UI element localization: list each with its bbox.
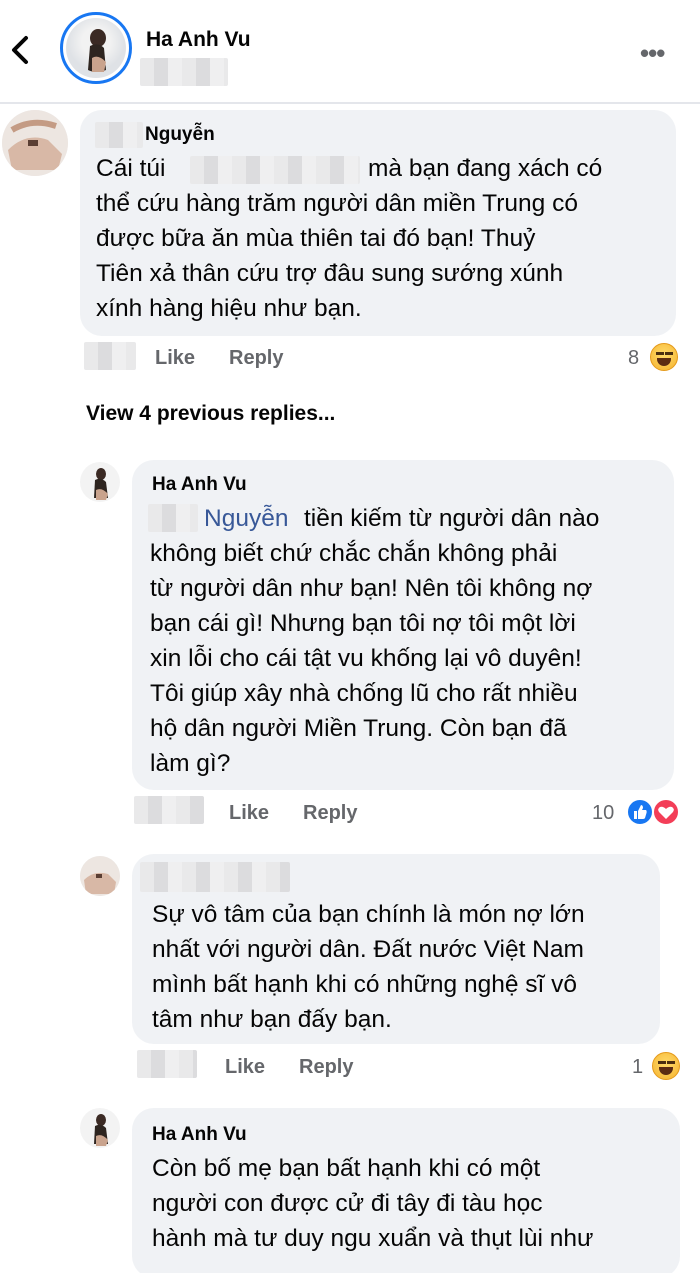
- love-icon[interactable]: [652, 798, 680, 826]
- comment-text-line: Cái túi: [96, 155, 166, 182]
- reply-text-line: Còn bố mẹ bạn bất hạnh khi có một: [152, 1155, 541, 1182]
- view-previous-replies-link[interactable]: View 4 previous replies...: [86, 402, 335, 426]
- more-horizontal-icon[interactable]: •••: [640, 38, 665, 69]
- comment-text-line: mà bạn đang xách có: [368, 155, 603, 182]
- haha-icon[interactable]: [650, 343, 678, 371]
- like-button[interactable]: Like: [229, 802, 269, 825]
- like-button[interactable]: Like: [225, 1056, 265, 1079]
- reply-text-line: người con được cử đi tây đi tàu học: [152, 1190, 543, 1217]
- avatar[interactable]: [80, 462, 120, 502]
- like-icon[interactable]: [626, 798, 654, 826]
- avatar[interactable]: [2, 110, 68, 176]
- reply-text-line: bạn cái gì! Nhưng bạn tôi nợ tôi một lời: [150, 610, 576, 637]
- redacted-brand: [190, 156, 360, 184]
- reply-author[interactable]: Ha Anh Vu: [152, 474, 247, 496]
- reply-button[interactable]: Reply: [229, 347, 283, 370]
- reply-text-line: mình bất hạnh khi có những nghệ sĩ vô: [152, 971, 578, 998]
- profile-avatar[interactable]: [60, 12, 132, 84]
- comment-text-line: Tiên xả thân cứu trợ đâu sung sướng xúnh: [96, 260, 564, 287]
- redacted-timestamp: [134, 796, 204, 824]
- reaction-count[interactable]: 1: [632, 1056, 643, 1079]
- redacted-name: [148, 504, 198, 532]
- redacted-subtitle: [140, 58, 228, 86]
- profile-name[interactable]: Ha Anh Vu: [146, 28, 251, 52]
- haha-icon[interactable]: [652, 1052, 680, 1080]
- comment-text-line: xính hàng hiệu như bạn.: [96, 295, 362, 322]
- reply-text-line: tiền kiếm từ người dân nào: [304, 505, 600, 532]
- comment-text-line: thể cứu hàng trăm người dân miền Trung c…: [96, 190, 578, 217]
- redacted-timestamp: [137, 1050, 197, 1078]
- chevron-left-icon[interactable]: [8, 32, 30, 68]
- reply-author[interactable]: Ha Anh Vu: [152, 1124, 247, 1146]
- mention-link[interactable]: Nguyễn: [204, 502, 288, 537]
- reply-text-line: làm gì?: [150, 750, 231, 777]
- reply-text-line: không biết chứ chắc chắn không phải: [150, 540, 558, 567]
- reply-button[interactable]: Reply: [299, 1056, 353, 1079]
- reply-text-line: xin lỗi cho cái tật vu khống lại vô duyê…: [150, 645, 582, 672]
- reply-text-line: Sự vô tâm của bạn chính là món nợ lớn: [152, 901, 585, 928]
- reply-text-line: hành mà tư duy ngu xuẩn và thụt lùi như: [152, 1225, 594, 1252]
- reaction-count[interactable]: 10: [592, 802, 614, 825]
- reply-text-line: tâm như bạn đấy bạn.: [152, 1006, 392, 1033]
- comment-author[interactable]: Nguyễn: [145, 124, 215, 146]
- reaction-count[interactable]: 8: [628, 347, 639, 370]
- reply-button[interactable]: Reply: [303, 802, 357, 825]
- header: Ha Anh Vu •••: [0, 0, 700, 104]
- reply-text-line: hộ dân người Miền Trung. Còn bạn đã: [150, 715, 567, 742]
- avatar[interactable]: [80, 1108, 120, 1148]
- reply-text-line: nhất với người dân. Đất nước Việt Nam: [152, 936, 584, 963]
- reply-text-line: từ người dân như bạn! Nên tôi không nợ: [150, 575, 593, 602]
- comment-text-line: được bữa ăn mùa thiên tai đó bạn! Thuỷ: [96, 225, 536, 252]
- redacted-timestamp: [84, 342, 136, 370]
- redacted-name: [95, 122, 143, 148]
- redacted-name: [140, 862, 290, 892]
- like-button[interactable]: Like: [155, 347, 195, 370]
- avatar[interactable]: [80, 856, 120, 896]
- reply-text-line: Tôi giúp xây nhà chống lũ cho rất nhiều: [150, 680, 578, 707]
